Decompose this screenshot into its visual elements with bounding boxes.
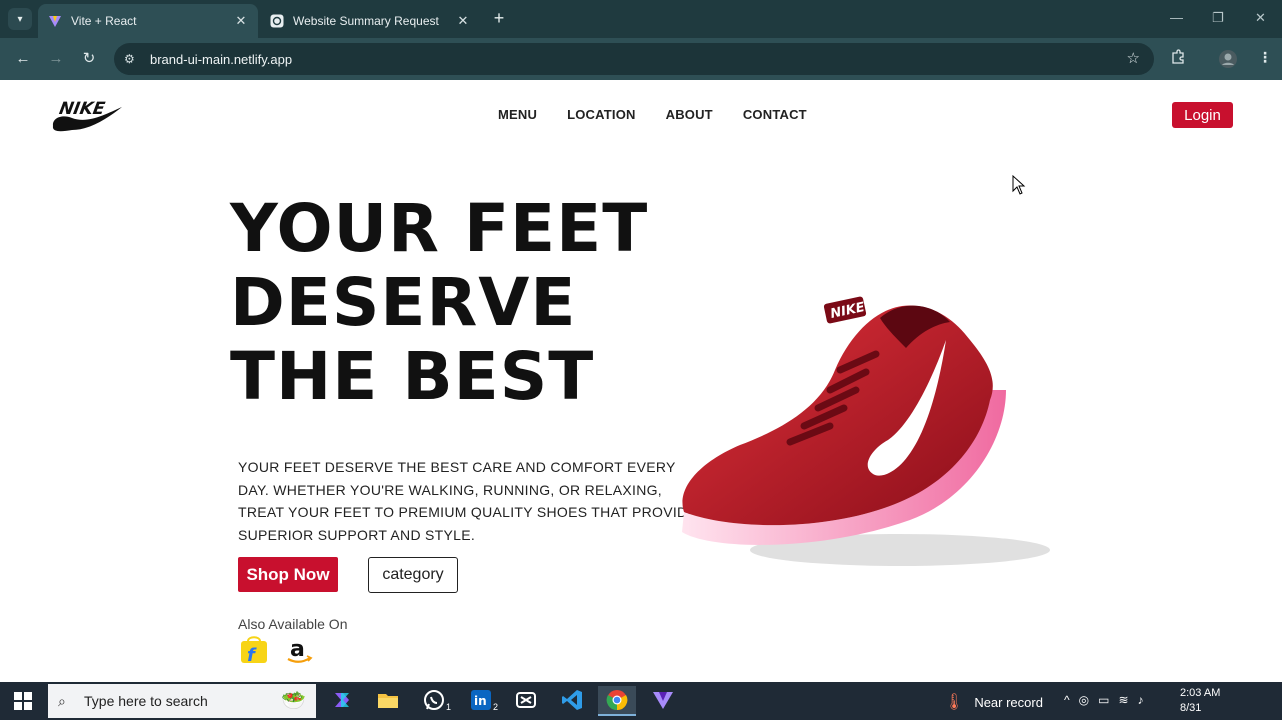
hero-description: YOUR FEET DESERVE THE BEST CARE AND COMF… <box>238 459 698 543</box>
nav-location[interactable]: LOCATION <box>567 107 636 122</box>
site-info-icon[interactable]: ⚙ <box>124 52 148 66</box>
logo-text: NIKE <box>58 99 107 119</box>
close-tab-icon[interactable]: ✕ <box>456 13 470 29</box>
search-icon: ⌕ <box>58 692 66 709</box>
chatgpt-icon <box>270 14 284 28</box>
svg-text:in: in <box>474 694 487 708</box>
tab-title: Website Summary Request <box>293 14 439 28</box>
flipkart-icon[interactable]: f <box>239 635 269 665</box>
bookmark-star-icon[interactable]: ☆ <box>1127 49 1140 67</box>
copilot-icon[interactable] <box>323 686 361 716</box>
close-window-icon[interactable]: ✕ <box>1255 10 1266 26</box>
system-tray: ^ ◎ ▭ ≋ ♪ <box>1064 693 1144 707</box>
tab-website-summary[interactable]: Website Summary Request ✕ <box>260 4 480 38</box>
url-text[interactable]: brand-ui-main.netlify.app <box>150 52 292 67</box>
whatsapp-icon[interactable]: 1 <box>415 686 453 716</box>
forward-icon[interactable]: → <box>45 48 67 70</box>
nav-about[interactable]: ABOUT <box>666 107 713 122</box>
clock-time: 2:03 AM <box>1180 687 1221 699</box>
menu-kebab-icon[interactable]: ⋮ <box>1258 49 1272 66</box>
close-tab-icon[interactable]: ✕ <box>234 13 248 29</box>
reload-icon[interactable]: ↻ <box>78 48 100 70</box>
main-nav: MENU LOCATION ABOUT CONTACT <box>498 107 807 122</box>
address-bar[interactable]: ⚙ brand-ui-main.netlify.app ☆ <box>114 43 1154 75</box>
browser-tab-bar: ▾ Vite + React ✕ Website Summary Request… <box>0 0 1282 38</box>
chrome-icon[interactable] <box>598 686 636 716</box>
weather-widget[interactable]: 🌡 Near record <box>944 692 1043 712</box>
mouse-cursor-icon <box>1012 175 1026 195</box>
capcut-icon[interactable] <box>507 686 545 716</box>
whatsapp-badge: 1 <box>445 702 451 712</box>
meet-now-icon[interactable]: ◎ <box>1079 693 1089 707</box>
wifi-icon[interactable]: ≋ <box>1118 693 1128 707</box>
nav-menu[interactable]: MENU <box>498 107 537 122</box>
shoe-tongue-label: NIKE <box>823 296 866 324</box>
webpage: NIKE MENU LOCATION ABOUT CONTACT Login Y… <box>0 80 1282 682</box>
thermometer-icon: 🌡 <box>944 694 965 711</box>
vite-icon <box>48 14 62 28</box>
restore-icon[interactable]: ❐ <box>1212 10 1224 26</box>
tab-search-chevron-icon[interactable]: ▾ <box>8 8 32 30</box>
battery-icon[interactable]: ▭ <box>1098 693 1109 707</box>
nav-contact[interactable]: CONTACT <box>743 107 807 122</box>
volume-icon[interactable]: ♪ <box>1138 693 1144 707</box>
tab-title: Vite + React <box>71 14 137 28</box>
new-tab-icon[interactable]: + <box>488 8 510 30</box>
nike-shoe-image: NIKE <box>682 296 1050 566</box>
search-placeholder: Type here to search <box>84 693 208 709</box>
minimize-icon[interactable]: — <box>1170 10 1183 25</box>
windows-taskbar: ⌕ Type here to search 🥗 1 in 2 🌡 Near re… <box>0 682 1282 720</box>
category-button[interactable]: category <box>368 557 458 593</box>
weather-text: Near record <box>974 694 1043 710</box>
hero-line: YOUR FEET <box>230 190 649 267</box>
taskbar-search-input[interactable]: ⌕ Type here to search 🥗 <box>48 684 316 718</box>
browser-toolbar: ← → ↻ ⚙ brand-ui-main.netlify.app ☆ ⋮ <box>0 38 1282 80</box>
login-button[interactable]: Login <box>1172 102 1233 128</box>
system-clock[interactable]: 2:03 AM 8/31 <box>1180 686 1220 716</box>
vscode-icon[interactable] <box>553 686 591 716</box>
file-explorer-icon[interactable] <box>369 686 407 716</box>
windows-start-icon[interactable] <box>14 692 32 710</box>
tab-vite-react[interactable]: Vite + React ✕ <box>38 4 258 38</box>
hero-line: DESERVE <box>230 264 577 341</box>
linkedin-icon[interactable]: in 2 <box>462 686 500 716</box>
profile-avatar[interactable] <box>1218 49 1238 72</box>
amazon-icon[interactable]: a <box>284 635 314 665</box>
svg-text:a: a <box>290 637 305 662</box>
back-icon[interactable]: ← <box>12 48 34 70</box>
also-available-label: Also Available On <box>238 616 348 632</box>
show-hidden-icons-chevron[interactable]: ^ <box>1064 693 1070 707</box>
vite-icon[interactable] <box>644 686 682 716</box>
hero-line: THE BEST <box>230 338 595 415</box>
linkedin-badge: 2 <box>492 702 498 712</box>
clock-date: 8/31 <box>1180 702 1202 714</box>
nike-logo[interactable]: NIKE <box>50 94 126 134</box>
search-highlight-icon: 🥗 <box>281 690 306 712</box>
shop-now-button[interactable]: Shop Now <box>238 557 338 592</box>
extensions-icon[interactable] <box>1170 49 1186 68</box>
hero-title: YOUR FEET DESERVE THE BEST <box>230 192 648 414</box>
